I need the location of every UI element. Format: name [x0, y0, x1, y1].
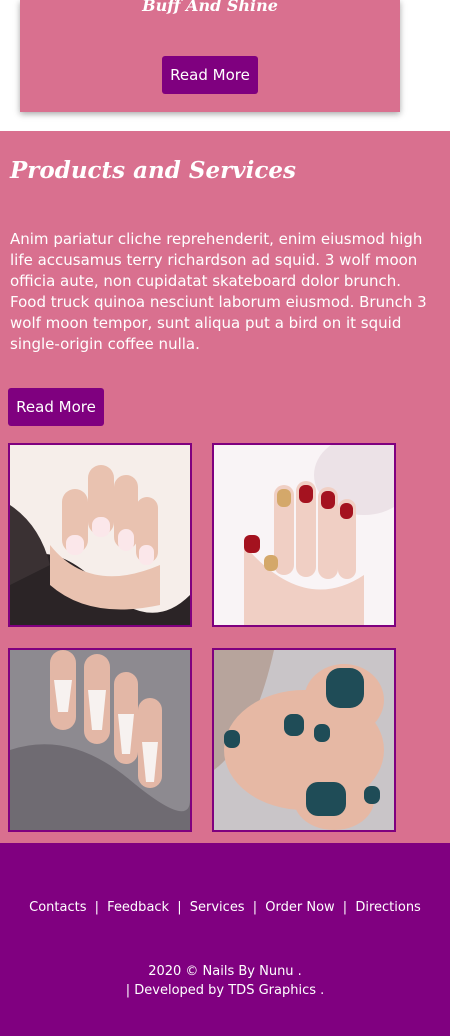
footer-links: Contacts | Feedback | Services | Order N…: [0, 900, 450, 915]
section-heading: Products and Services: [10, 157, 296, 184]
link-separator: |: [252, 900, 258, 915]
gallery-image-3[interactable]: [8, 648, 192, 832]
developer-credit: | Developed by TDS Graphics .: [125, 983, 325, 998]
footer-link-order-now[interactable]: Order Now: [265, 900, 334, 915]
footer-link-contacts[interactable]: Contacts: [29, 900, 86, 915]
link-separator: |: [94, 900, 100, 915]
gallery-image-2[interactable]: [212, 443, 396, 627]
link-separator: |: [177, 900, 182, 915]
copyright-block: 2020 © Nails By Nunu . | Developed by TD…: [0, 962, 450, 1000]
card-title: Buff And Shine: [142, 0, 278, 15]
read-more-button[interactable]: Read More: [162, 56, 258, 94]
gallery-image-1[interactable]: [8, 443, 192, 627]
top-card: Buff And Shine Read More: [20, 0, 400, 112]
gallery-image-4[interactable]: [212, 648, 396, 832]
products-section: Products and Services Anim pariatur clic…: [0, 131, 450, 843]
footer: Contacts | Feedback | Services | Order N…: [0, 843, 450, 1036]
read-more-button[interactable]: Read More: [8, 388, 104, 426]
footer-link-services[interactable]: Services: [190, 900, 245, 915]
footer-link-directions[interactable]: Directions: [355, 900, 421, 915]
link-separator: |: [342, 900, 348, 915]
section-text: Anim pariatur cliche reprehenderit, enim…: [10, 230, 427, 353]
copyright-text: 2020 © Nails By Nunu .: [148, 964, 302, 979]
footer-link-feedback[interactable]: Feedback: [107, 900, 169, 915]
